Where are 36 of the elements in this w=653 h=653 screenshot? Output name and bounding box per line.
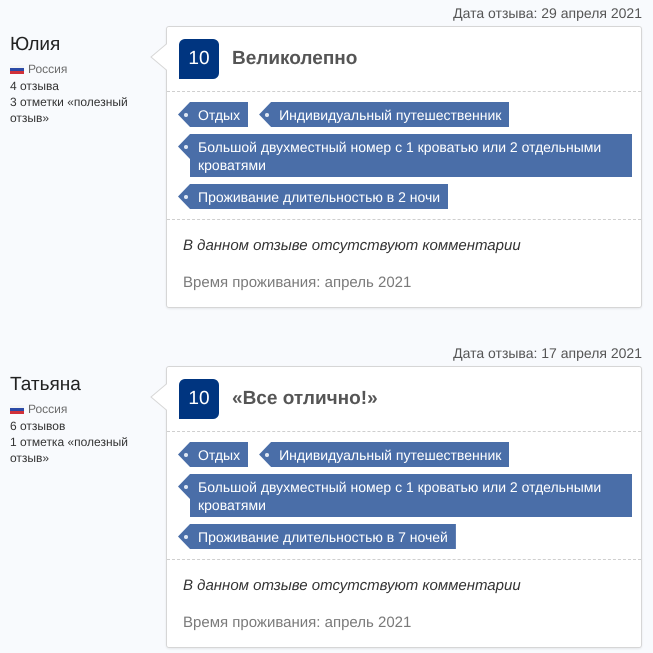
review-title: «Все отлично!» <box>232 388 378 410</box>
review-tag: Проживание длительностью в 7 ночей <box>178 524 456 549</box>
flag-icon <box>10 64 24 74</box>
review-tag: Отдых <box>178 102 248 127</box>
dot-icon <box>265 113 270 117</box>
review-date: Дата отзыва: 17 апреля 2021 <box>453 344 642 362</box>
score-badge: 10 <box>179 379 219 419</box>
flag-icon <box>10 404 24 414</box>
review-count: 4 отзыва <box>10 78 60 94</box>
dot-icon <box>184 113 188 117</box>
reviewer-country: Россия <box>28 61 68 77</box>
reviewer-name: Юлия <box>10 34 62 56</box>
review-title: Великолепно <box>232 48 358 70</box>
score-badge: 10 <box>179 39 219 79</box>
review-tag: Индивидуальный путешественник <box>259 442 510 467</box>
review-tag: Индивидуальный путешественник <box>259 102 510 127</box>
review-count: 6 отзывов <box>10 418 66 434</box>
dot-icon <box>184 535 188 539</box>
review-tag: Большой двухместный номер с 1 кроватью или 2 отдельными кроватями <box>178 474 632 517</box>
dot-icon <box>184 485 188 489</box>
helpful-votes: 3 отметки «полезный отзыв» <box>10 94 129 126</box>
dot-icon <box>184 453 188 457</box>
dot-icon <box>184 145 188 149</box>
review-comment: В данном отзыве отсутствуют комментарии <box>183 576 522 596</box>
review-tag: Отдых <box>178 442 248 467</box>
stay-period: Время проживания: апрель 2021 <box>183 273 412 293</box>
stay-period: Время проживания: апрель 2021 <box>183 613 412 633</box>
helpful-votes: 1 отметка «полезный отзыв» <box>10 434 129 466</box>
dot-icon <box>265 453 270 457</box>
reviewer-country: Россия <box>28 401 68 417</box>
review-tag: Большой двухместный номер с 1 кроватью или 2 отдельными кроватями <box>178 134 632 177</box>
review-tag: Проживание длительностью в 2 ночи <box>178 184 448 209</box>
dot-icon <box>184 195 188 199</box>
reviewer-name: Татьяна <box>10 374 82 396</box>
review-date: Дата отзыва: 29 апреля 2021 <box>453 4 642 22</box>
review-comment: В данном отзыве отсутствуют комментарии <box>183 236 522 256</box>
